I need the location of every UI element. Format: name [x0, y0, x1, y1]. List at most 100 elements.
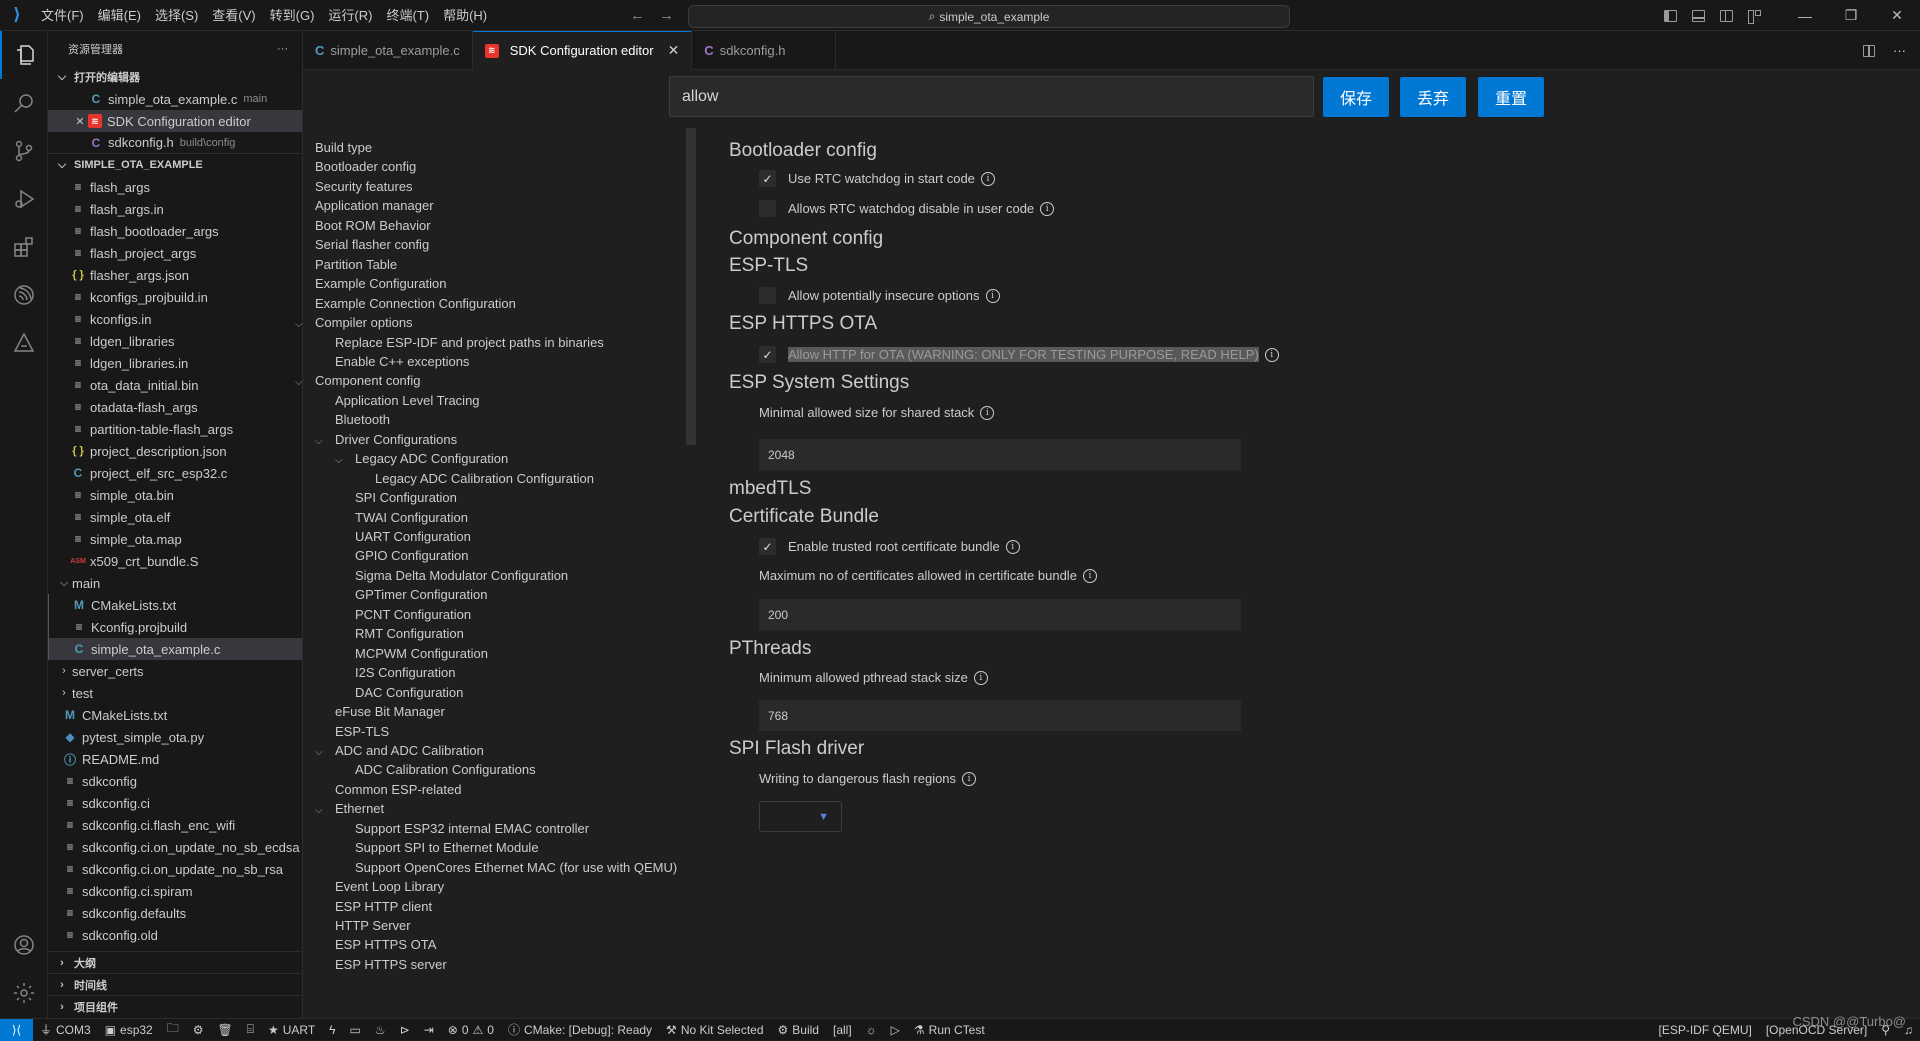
nav-item[interactable]: ESP HTTPS OTA	[335, 935, 436, 954]
file-item[interactable]: M CMakeLists.txt	[48, 594, 302, 616]
close-editor-icon[interactable]: ✕	[72, 115, 88, 128]
nav-item[interactable]: Security features	[315, 177, 413, 196]
status-build-flash-monitor[interactable]: ♨	[368, 1023, 393, 1037]
file-item[interactable]: ≡ sdkconfig.ci.flash_enc_wifi	[48, 814, 302, 836]
file-item[interactable]: ≡ kconfigs_projbuild.in	[48, 286, 302, 308]
extensions-icon[interactable]	[0, 223, 48, 271]
source-control-icon[interactable]	[0, 127, 48, 175]
remote-indicator-icon[interactable]: ⟩⟨	[0, 1018, 33, 1041]
checkbox-allow-http-ota[interactable]: ✓	[759, 346, 776, 363]
nav-item[interactable]: GPIO Configuration	[355, 546, 468, 565]
pthread-stack-input[interactable]	[759, 700, 1241, 731]
file-item[interactable]: ≡ sdkconfig.old	[48, 924, 302, 946]
status-problems[interactable]: ⊗ 0 ⚠ 0	[441, 1023, 501, 1037]
nav-item[interactable]: UART Configuration	[355, 527, 471, 546]
nav-item[interactable]: Partition Table	[315, 255, 397, 274]
status-monitor[interactable]: ▭	[343, 1023, 368, 1037]
nav-item[interactable]: Build type	[315, 138, 372, 157]
file-item[interactable]: ≡ ldgen_libraries.in	[48, 352, 302, 374]
checkbox-rtc-watchdog-start[interactable]: ✓	[759, 170, 776, 187]
menu-terminal[interactable]: 终端(T)	[379, 0, 436, 31]
nav-item[interactable]: Sigma Delta Modulator Configuration	[355, 566, 568, 585]
nav-item[interactable]: ⌵ Component config	[295, 371, 421, 392]
chevron-down-icon[interactable]: ⌵	[335, 451, 355, 470]
file-item[interactable]: ≡ otadata-flash_args	[48, 396, 302, 418]
customize-layout-icon[interactable]	[1740, 9, 1768, 24]
menu-selection[interactable]: 选择(S)	[148, 0, 205, 31]
file-item[interactable]: ≡ sdkconfig.defaults	[48, 902, 302, 924]
nav-item[interactable]: DAC Configuration	[355, 683, 463, 702]
menu-go[interactable]: 转到(G)	[263, 0, 322, 31]
nav-item[interactable]: Enable C++ exceptions	[335, 352, 469, 371]
open-editor-item-active[interactable]: ✕ ≋ SDK Configuration editor	[48, 110, 302, 132]
nav-item[interactable]: Support ESP32 internal EMAC controller	[355, 819, 589, 838]
close-tab-icon[interactable]: ✕	[668, 42, 680, 59]
nav-scrollbar[interactable]	[686, 128, 696, 445]
nav-item[interactable]: MCPWM Configuration	[355, 644, 488, 663]
file-item[interactable]: ≡ sdkconfig.ci.on_update_no_sb_ecdsa	[48, 836, 302, 858]
info-icon[interactable]: i	[973, 670, 988, 685]
nav-item[interactable]: I2S Configuration	[355, 663, 455, 682]
file-item[interactable]: { } flasher_args.json	[48, 264, 302, 286]
status-kit[interactable]: ⚒ No Kit Selected	[659, 1023, 770, 1037]
command-center[interactable]: ⌕ simple_ota_example	[688, 5, 1290, 28]
status-menuconfig[interactable]: 🗀	[160, 1019, 186, 1040]
tab-sdk-configuration-editor[interactable]: ≋ SDK Configuration editor ✕	[472, 31, 693, 70]
nav-item[interactable]: ⌵ Ethernet	[315, 799, 384, 820]
more-tab-actions-icon[interactable]: ···	[1893, 43, 1906, 58]
chevron-down-icon[interactable]: ⌵	[295, 315, 315, 334]
nav-item[interactable]: Example Configuration	[315, 274, 447, 293]
nav-item[interactable]: Example Connection Configuration	[315, 294, 516, 313]
file-item[interactable]: ≡ sdkconfig.ci.spiram	[48, 880, 302, 902]
nav-item[interactable]: Application manager	[315, 196, 434, 215]
info-icon[interactable]: i	[985, 288, 1000, 303]
info-icon[interactable]: i	[980, 405, 995, 420]
nav-item[interactable]: ⌵ Legacy ADC Configuration	[335, 449, 508, 470]
chevron-down-icon[interactable]: ⌵	[315, 801, 335, 820]
timeline-section[interactable]: › 时间线	[48, 973, 302, 995]
file-item[interactable]: ⓘ README.md	[48, 748, 302, 770]
reset-button[interactable]: 重置	[1478, 77, 1544, 117]
status-terminal[interactable]: ⊳	[393, 1023, 417, 1037]
file-item[interactable]: ≡ sdkconfig.ci.on_update_no_sb_rsa	[48, 858, 302, 880]
tab-sdkconfig-h[interactable]: Csdkconfig.h	[692, 31, 837, 70]
discard-button[interactable]: 丢弃	[1400, 77, 1466, 117]
chevron-down-icon[interactable]: ⌵	[315, 432, 335, 451]
status-launch[interactable]: ▷	[884, 1023, 907, 1037]
status-build[interactable]: ⚙ Build	[771, 1023, 826, 1037]
info-icon[interactable]: i	[1082, 568, 1097, 583]
nav-item[interactable]: Replace ESP-IDF and project paths in bin…	[335, 333, 604, 352]
status-debug[interactable]: ☼	[859, 1023, 884, 1037]
menu-run[interactable]: 运行(R)	[321, 0, 379, 31]
settings-gear-icon[interactable]	[0, 969, 48, 1017]
nav-item[interactable]: ⌵ Driver Configurations	[315, 430, 457, 451]
menu-view[interactable]: 查看(V)	[205, 0, 262, 31]
file-item[interactable]: ≡ Kconfig.projbuild	[48, 616, 302, 638]
checkbox-rtc-watchdog-disable[interactable]	[759, 200, 776, 217]
menu-file[interactable]: 文件(F)	[34, 0, 91, 31]
dangerous-flash-select[interactable]: ▼	[759, 801, 842, 832]
accounts-icon[interactable]	[0, 921, 48, 969]
restore-icon[interactable]: ❐	[1828, 0, 1874, 31]
idf-tools-icon[interactable]	[0, 319, 48, 367]
menu-edit[interactable]: 编辑(E)	[91, 0, 148, 31]
nav-item[interactable]: ESP HTTPS server	[335, 955, 447, 974]
toggle-primary-sidebar-icon[interactable]	[1656, 9, 1684, 22]
status-target[interactable]: ▣ esp32	[98, 1023, 160, 1037]
file-item[interactable]: ≡ sdkconfig.ci	[48, 792, 302, 814]
forward-arrow-icon[interactable]: →	[659, 7, 674, 24]
status-port[interactable]: ⏚ COM3	[33, 1021, 98, 1038]
file-item[interactable]: ≡ partition-table-flash_args	[48, 418, 302, 440]
file-item[interactable]: ≡ ota_data_initial.bin	[48, 374, 302, 396]
file-item[interactable]: ≡ flash_args	[48, 176, 302, 198]
nav-item[interactable]: RMT Configuration	[355, 624, 464, 643]
chevron-down-icon[interactable]: ⌵	[315, 743, 335, 762]
nav-item[interactable]: ADC Calibration Configurations	[355, 760, 536, 779]
chevron-down-icon[interactable]: ⌵	[295, 373, 315, 392]
open-editor-item[interactable]: Csdkconfig.h build\config	[48, 132, 302, 154]
nav-item[interactable]: eFuse Bit Manager	[335, 702, 445, 721]
status-flash-method[interactable]: ★ UART	[261, 1023, 322, 1037]
nav-item[interactable]: GPTimer Configuration	[355, 585, 487, 604]
nav-item[interactable]: Serial flasher config	[315, 235, 429, 254]
shared-stack-input[interactable]	[759, 439, 1241, 470]
